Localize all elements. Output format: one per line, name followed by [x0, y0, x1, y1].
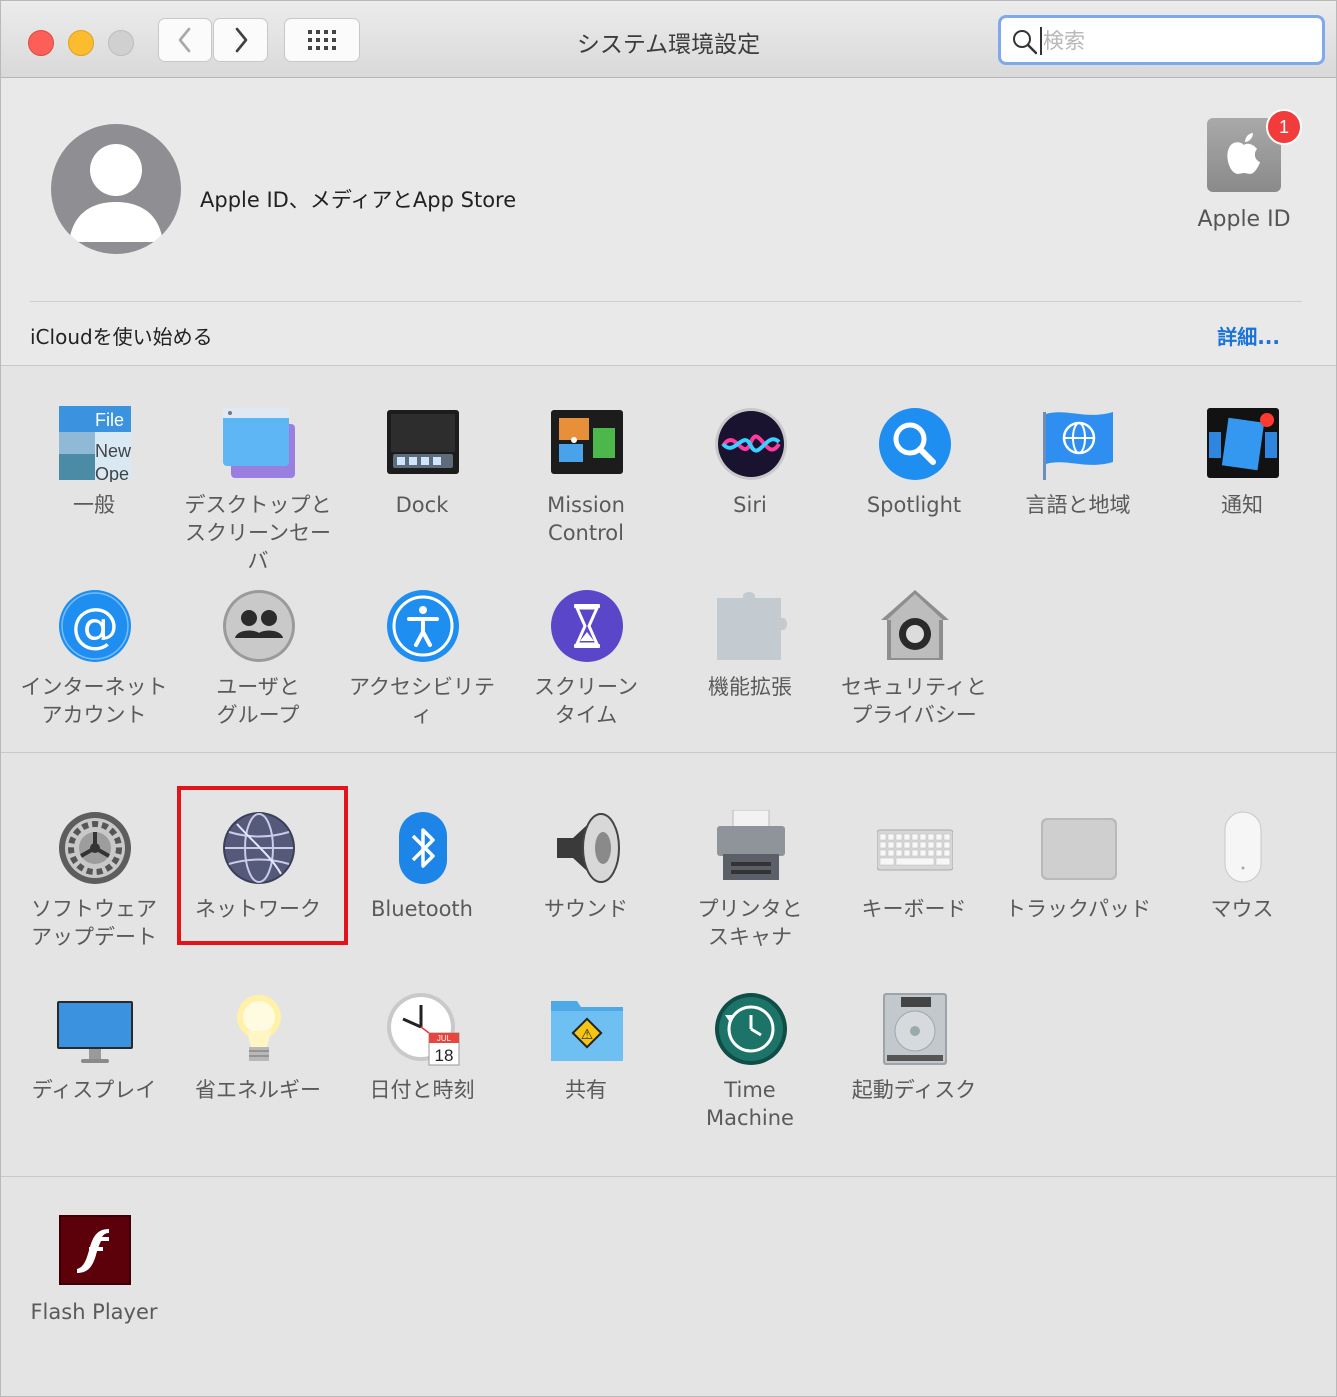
- system-preferences-window: システム環境設定 Apple ID、メディアとApp Store 1 Apple…: [0, 0, 1337, 1397]
- pref-label: キーボード: [861, 897, 967, 921]
- notifications-icon: [1207, 408, 1279, 478]
- pref-label: Spotlight: [866, 493, 962, 517]
- date-time-icon: JUL 18: [387, 993, 460, 1066]
- apple-id-pref[interactable]: 1 Apple ID: [1186, 107, 1302, 247]
- general-icon-text-new: New: [95, 441, 132, 461]
- pref-label: 省エネルギー: [195, 1078, 321, 1102]
- pref-label: 言語と地域: [1025, 493, 1131, 517]
- screen-time-icon: [551, 590, 623, 662]
- calendar-day: 18: [435, 1046, 454, 1065]
- pref-label: サウンド: [544, 897, 628, 921]
- person-icon: [69, 144, 163, 242]
- icloud-label: iCloudを使い始める: [30, 325, 213, 349]
- pref-label: ユーザと グループ: [216, 675, 300, 727]
- search-input[interactable]: [1041, 24, 1315, 58]
- search-icon: [1013, 30, 1038, 55]
- general-icon-text-file: File: [95, 410, 124, 430]
- general-icon: File New Ope: [59, 406, 132, 482]
- trackpad-icon: [1041, 818, 1117, 880]
- notification-badge: 1: [1266, 109, 1302, 145]
- spotlight-icon: [879, 408, 951, 480]
- search-field[interactable]: [998, 15, 1325, 65]
- svg-text:@: @: [71, 598, 119, 654]
- calendar-month: JUL: [437, 1034, 452, 1043]
- pref-label: 通知: [1221, 493, 1263, 517]
- pref-label: セキュリティと プライバシー: [841, 675, 987, 727]
- user-avatar[interactable]: [51, 124, 181, 254]
- pref-label: 機能拡張: [708, 675, 792, 699]
- general-icon-text-open: Ope: [95, 464, 129, 482]
- mission-control-icon: [551, 410, 623, 474]
- pref-label: プリンタと スキャナ: [697, 897, 803, 949]
- keyboard-icon: [877, 829, 953, 871]
- pref-label: デスクトップと スクリーンセーバ: [184, 493, 332, 573]
- energy-saver-icon: [237, 995, 281, 1061]
- pref-label: Bluetooth: [371, 897, 473, 921]
- sharing-icon: ⚠: [551, 1001, 623, 1061]
- icloud-details-link[interactable]: 詳細...: [1217, 321, 1280, 350]
- flash-player-icon: [59, 1215, 131, 1285]
- mouse-icon: [1224, 811, 1262, 883]
- pref-label: 共有: [565, 1078, 607, 1102]
- pref-label: マウス: [1210, 897, 1274, 921]
- other-section: [1, 1176, 1336, 1396]
- dock-icon: [387, 410, 459, 474]
- display-icon: [57, 1001, 133, 1063]
- pref-label: Time Machine: [706, 1078, 794, 1130]
- pref-label: ソフトウェア アップデート: [31, 897, 157, 949]
- pref-label: ディスプレイ: [31, 1078, 157, 1102]
- users-groups-icon: [223, 590, 295, 662]
- pref-label: Siri: [733, 493, 767, 517]
- accessibility-icon: [387, 590, 459, 662]
- siri-icon: [715, 408, 787, 480]
- pref-label: トラックパッド: [1005, 897, 1151, 921]
- bluetooth-icon: [399, 812, 447, 884]
- pref-label: Dock: [395, 493, 449, 517]
- apple-id-media-label[interactable]: Apple ID、メディアとApp Store: [200, 184, 516, 214]
- pref-label: Mission Control: [547, 493, 625, 545]
- pref-label: アクセシビリティ: [349, 675, 495, 727]
- apple-id-label: Apple ID: [1197, 207, 1291, 232]
- pref-label: スクリーン タイム: [534, 675, 638, 727]
- icloud-banner: iCloudを使い始める 詳細...: [1, 302, 1336, 366]
- highlight-box: [177, 786, 348, 945]
- internet-accounts-icon: @: [59, 590, 131, 662]
- language-region-icon: [1043, 412, 1113, 480]
- pref-label: 起動ディスク: [851, 1078, 977, 1102]
- sound-icon: [557, 813, 620, 883]
- pref-label: 一般: [73, 493, 115, 517]
- svg-text:⚠: ⚠: [581, 1027, 594, 1043]
- time-machine-icon: [715, 993, 787, 1065]
- toolbar: システム環境設定: [1, 1, 1336, 78]
- desktop-screensaver-icon: [223, 408, 295, 478]
- software-update-icon: [59, 812, 131, 884]
- pref-label: 日付と時刻: [369, 1078, 475, 1102]
- pref-label: Flash Player: [30, 1300, 158, 1324]
- extensions-icon: [717, 592, 787, 660]
- startup-disk-icon: [883, 993, 947, 1065]
- security-privacy-icon: [881, 590, 949, 660]
- printer-icon: [717, 810, 785, 880]
- pref-label: インターネット アカウント: [20, 675, 168, 727]
